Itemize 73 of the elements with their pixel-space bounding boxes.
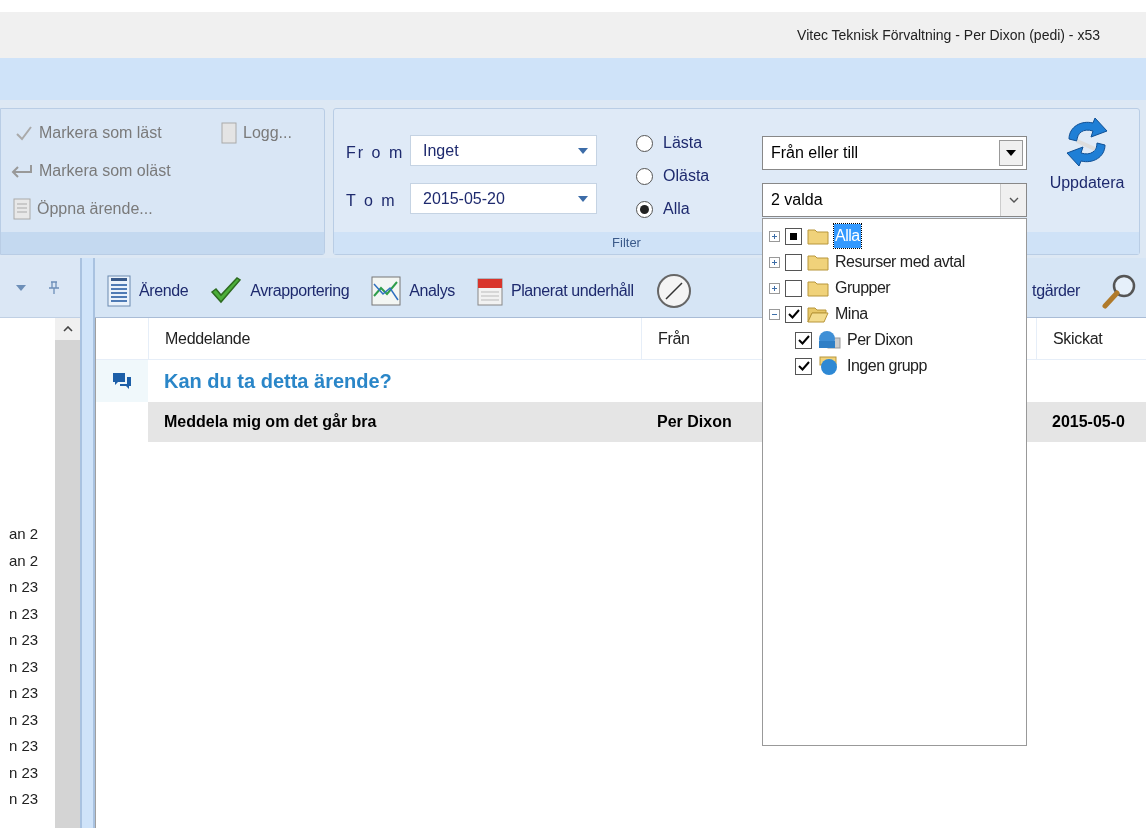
return-arrow-icon — [11, 164, 33, 178]
checkmark-icon — [787, 309, 800, 319]
checkmark-icon — [15, 125, 33, 141]
document-icon — [221, 122, 237, 144]
dropdown-arrow-icon[interactable] — [1006, 150, 1016, 156]
field-label: Fr o m — [346, 143, 405, 163]
column-header[interactable]: Skickat — [1053, 326, 1103, 351]
checkbox[interactable] — [785, 279, 802, 297]
scroll-up-icon[interactable] — [62, 326, 73, 332]
tree-item[interactable]: Resurser med avtal — [834, 250, 966, 274]
checkbox[interactable] — [795, 331, 812, 349]
chevron-down-icon[interactable] — [1008, 197, 1019, 203]
checkmark-icon — [797, 335, 810, 345]
list-item-text: n 23 — [9, 656, 40, 677]
list-item-text: n 23 — [9, 630, 40, 650]
list-item-text: n 23 — [9, 603, 40, 624]
folder-icon — [807, 227, 829, 245]
expand-icon[interactable] — [769, 256, 780, 268]
checkbox[interactable] — [795, 357, 812, 375]
radio-button[interactable]: Lästa — [636, 131, 703, 155]
chat-icon — [112, 372, 132, 390]
form-icon — [107, 274, 131, 307]
combo-box[interactable]: 2 valda — [762, 183, 1027, 217]
refresh-button[interactable]: Uppdatera — [1039, 117, 1135, 195]
toolbar-button[interactable]: Avrapportering — [210, 276, 350, 305]
dropdown-caret-icon[interactable] — [16, 284, 26, 291]
tree-item[interactable]: Grupper — [834, 276, 892, 300]
toolbar-button[interactable]: Analys — [371, 275, 455, 306]
form-icon — [13, 198, 31, 220]
user-icon — [817, 330, 841, 350]
list-item-text: n 23 — [9, 789, 40, 809]
folder-icon — [807, 279, 829, 297]
tree-item[interactable]: Per Dixon — [846, 328, 914, 352]
list-item-text: an 2 — [9, 524, 40, 544]
calendar-icon — [476, 275, 503, 306]
radio-button[interactable]: Olästa — [636, 164, 710, 188]
date-combo[interactable]: 2015-05-20 — [410, 183, 597, 214]
group-label: Filter — [612, 234, 641, 253]
list-item-text: n 23 — [9, 762, 40, 783]
clock-icon[interactable] — [655, 272, 692, 309]
search-icon[interactable] — [1102, 272, 1138, 309]
tree-item[interactable]: Ingen grupp — [846, 354, 928, 378]
combo-box[interactable]: Från eller till — [762, 136, 1027, 170]
checkbox[interactable] — [785, 253, 802, 271]
toolbar-button[interactable]: tgärder — [1032, 278, 1080, 303]
column-header[interactable]: Från — [658, 326, 690, 351]
list-item-text: n 23 — [9, 683, 40, 703]
open-folder-icon — [807, 305, 829, 323]
checkbox[interactable] — [785, 227, 802, 245]
radio-button[interactable]: Alla — [636, 197, 690, 221]
table-cell: 2015-05-0 — [1052, 413, 1125, 430]
table-cell: Meddela mig om det går bra — [164, 413, 377, 430]
checkmark-icon — [210, 276, 243, 305]
list-item-text: n 23 — [9, 577, 40, 597]
expand-icon[interactable] — [769, 230, 780, 242]
column-header[interactable]: Meddelande — [165, 326, 251, 351]
scrollbar[interactable] — [55, 318, 80, 828]
collapse-icon[interactable] — [769, 308, 780, 320]
checkbox[interactable] — [785, 305, 802, 323]
toolbar-button[interactable]: Ärende — [107, 274, 189, 307]
table-cell: Per Dixon — [657, 413, 732, 430]
tree-item[interactable]: Mina — [834, 302, 869, 326]
group-title: Kan du ta detta ärende? — [163, 369, 392, 394]
expand-icon[interactable] — [769, 282, 780, 294]
line-chart-icon — [371, 275, 402, 306]
checkmark-icon — [797, 361, 810, 371]
window-title: Vitec Teknisk Förvaltning - Per Dixon (pedi) - x53 — [797, 25, 1100, 45]
field-label: T o m — [346, 191, 397, 211]
date-combo[interactable]: Inget — [410, 135, 597, 166]
list-item-text: n 23 — [9, 709, 40, 730]
list-item-text: n 23 — [9, 736, 40, 756]
toolbar-button[interactable]: Planerat underhåll — [476, 275, 634, 306]
list-item-text: an 2 — [9, 550, 40, 571]
